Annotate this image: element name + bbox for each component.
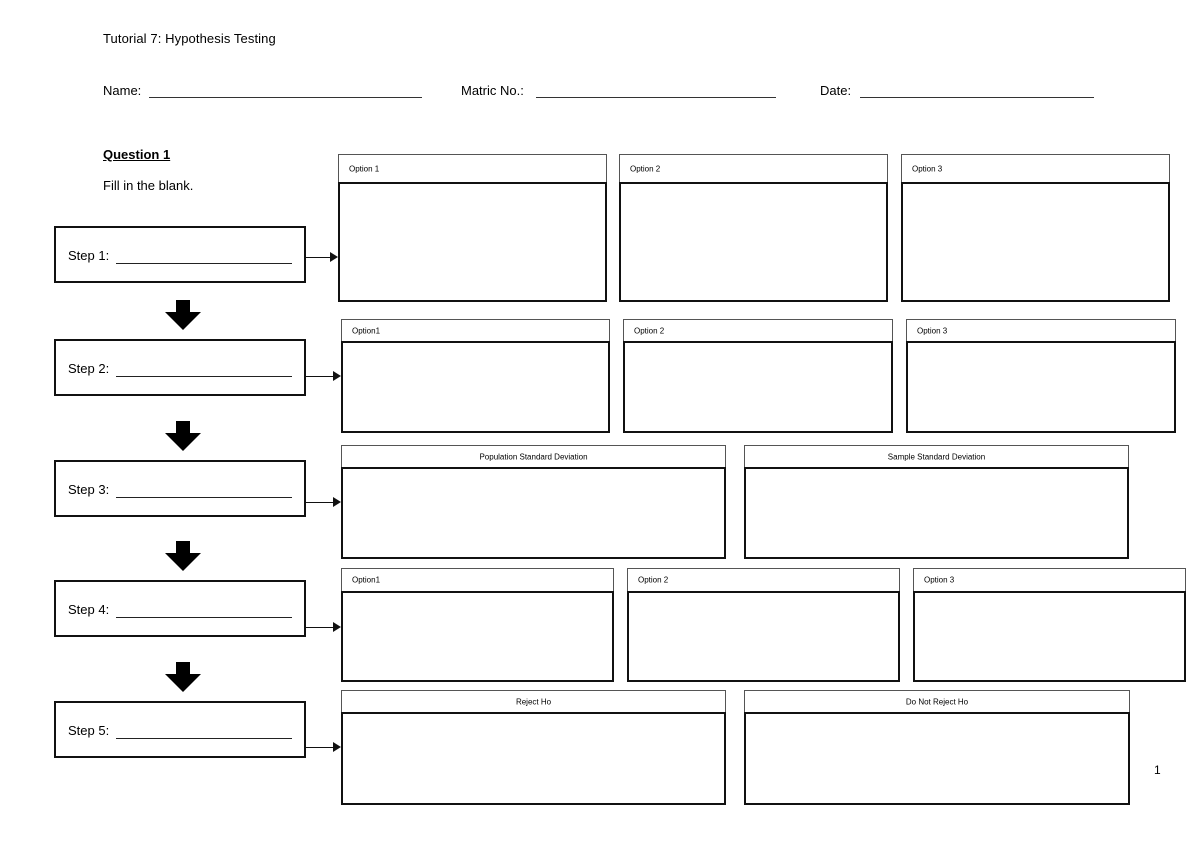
answer-area[interactable] xyxy=(744,712,1130,805)
step-5-label: Step 5: xyxy=(68,723,110,738)
option-label: Do Not Reject Ho xyxy=(905,697,969,707)
step-2-option-3[interactable]: Option 3 xyxy=(906,319,1176,433)
step-4-option-2[interactable]: Option 2 xyxy=(627,568,900,682)
option-label: Population Standard Deviation xyxy=(479,452,588,461)
step-4-option-3[interactable]: Option 3 xyxy=(913,568,1186,682)
page-number: 1 xyxy=(1154,763,1161,777)
down-arrow-icon xyxy=(165,662,201,692)
step-1-label: Step 1: xyxy=(68,248,110,263)
answer-area[interactable] xyxy=(623,341,893,433)
step-5-blank[interactable] xyxy=(116,738,292,739)
step-3-label: Step 3: xyxy=(68,482,110,497)
option-label: Option 3 xyxy=(912,164,943,173)
option-label: Option 3 xyxy=(917,326,948,335)
step-2-label: Step 2: xyxy=(68,361,110,376)
option-label: Sample Standard Deviation xyxy=(887,452,986,461)
step-1-option-1[interactable]: Option 1 xyxy=(338,154,607,302)
option-label: Option 2 xyxy=(634,326,665,335)
step-5-option-do-not-reject-ho[interactable]: Do Not Reject Ho xyxy=(744,690,1130,805)
step-2-box: Step 2: xyxy=(54,339,306,396)
answer-area[interactable] xyxy=(338,182,607,302)
document-title: Tutorial 7: Hypothesis Testing xyxy=(103,31,276,46)
name-field[interactable] xyxy=(149,97,422,98)
down-arrow-icon xyxy=(165,541,201,571)
option-label: Option 3 xyxy=(924,575,955,585)
matric-label: Matric No.: xyxy=(461,83,524,98)
down-arrow-icon xyxy=(165,300,201,330)
step-4-blank[interactable] xyxy=(116,617,292,618)
step-1-blank[interactable] xyxy=(116,263,292,264)
answer-area[interactable] xyxy=(627,591,900,682)
step-4-option-1[interactable]: Option1 xyxy=(341,568,614,682)
answer-area[interactable] xyxy=(619,182,888,302)
step-2-option-2[interactable]: Option 2 xyxy=(623,319,893,433)
answer-area[interactable] xyxy=(341,341,610,433)
question-heading: Question 1 xyxy=(103,147,171,162)
matric-field[interactable] xyxy=(536,97,776,98)
step-3-option-sample-sd[interactable]: Sample Standard Deviation xyxy=(744,445,1129,559)
step-2-option-1[interactable]: Option1 xyxy=(341,319,610,433)
option-label: Option 2 xyxy=(630,164,661,173)
step-5-box: Step 5: xyxy=(54,701,306,758)
step-4-box: Step 4: xyxy=(54,580,306,637)
step-1-box: Step 1: xyxy=(54,226,306,283)
answer-area[interactable] xyxy=(341,591,614,682)
step-1-option-2[interactable]: Option 2 xyxy=(619,154,888,302)
answer-area[interactable] xyxy=(901,182,1170,302)
step-3-option-population-sd[interactable]: Population Standard Deviation xyxy=(341,445,726,559)
step-4-label: Step 4: xyxy=(68,602,110,617)
option-label: Option 2 xyxy=(638,575,669,585)
answer-area[interactable] xyxy=(341,467,726,559)
name-label: Name: xyxy=(103,83,142,98)
option-label: Option1 xyxy=(352,326,381,335)
step-3-blank[interactable] xyxy=(116,497,292,498)
option-label: Option 1 xyxy=(349,164,380,173)
step-3-box: Step 3: xyxy=(54,460,306,517)
question-instruction: Fill in the blank. xyxy=(103,178,194,193)
answer-area[interactable] xyxy=(906,341,1176,433)
answer-area[interactable] xyxy=(341,712,726,805)
date-field[interactable] xyxy=(860,97,1094,98)
step-5-option-reject-ho[interactable]: Reject Ho xyxy=(341,690,726,805)
step-2-blank[interactable] xyxy=(116,376,292,377)
option-label: Reject Ho xyxy=(515,697,552,707)
step-1-option-3[interactable]: Option 3 xyxy=(901,154,1170,302)
option-label: Option1 xyxy=(352,575,381,585)
down-arrow-icon xyxy=(165,421,201,451)
answer-area[interactable] xyxy=(913,591,1186,682)
answer-area[interactable] xyxy=(744,467,1129,559)
date-label: Date: xyxy=(820,83,852,98)
